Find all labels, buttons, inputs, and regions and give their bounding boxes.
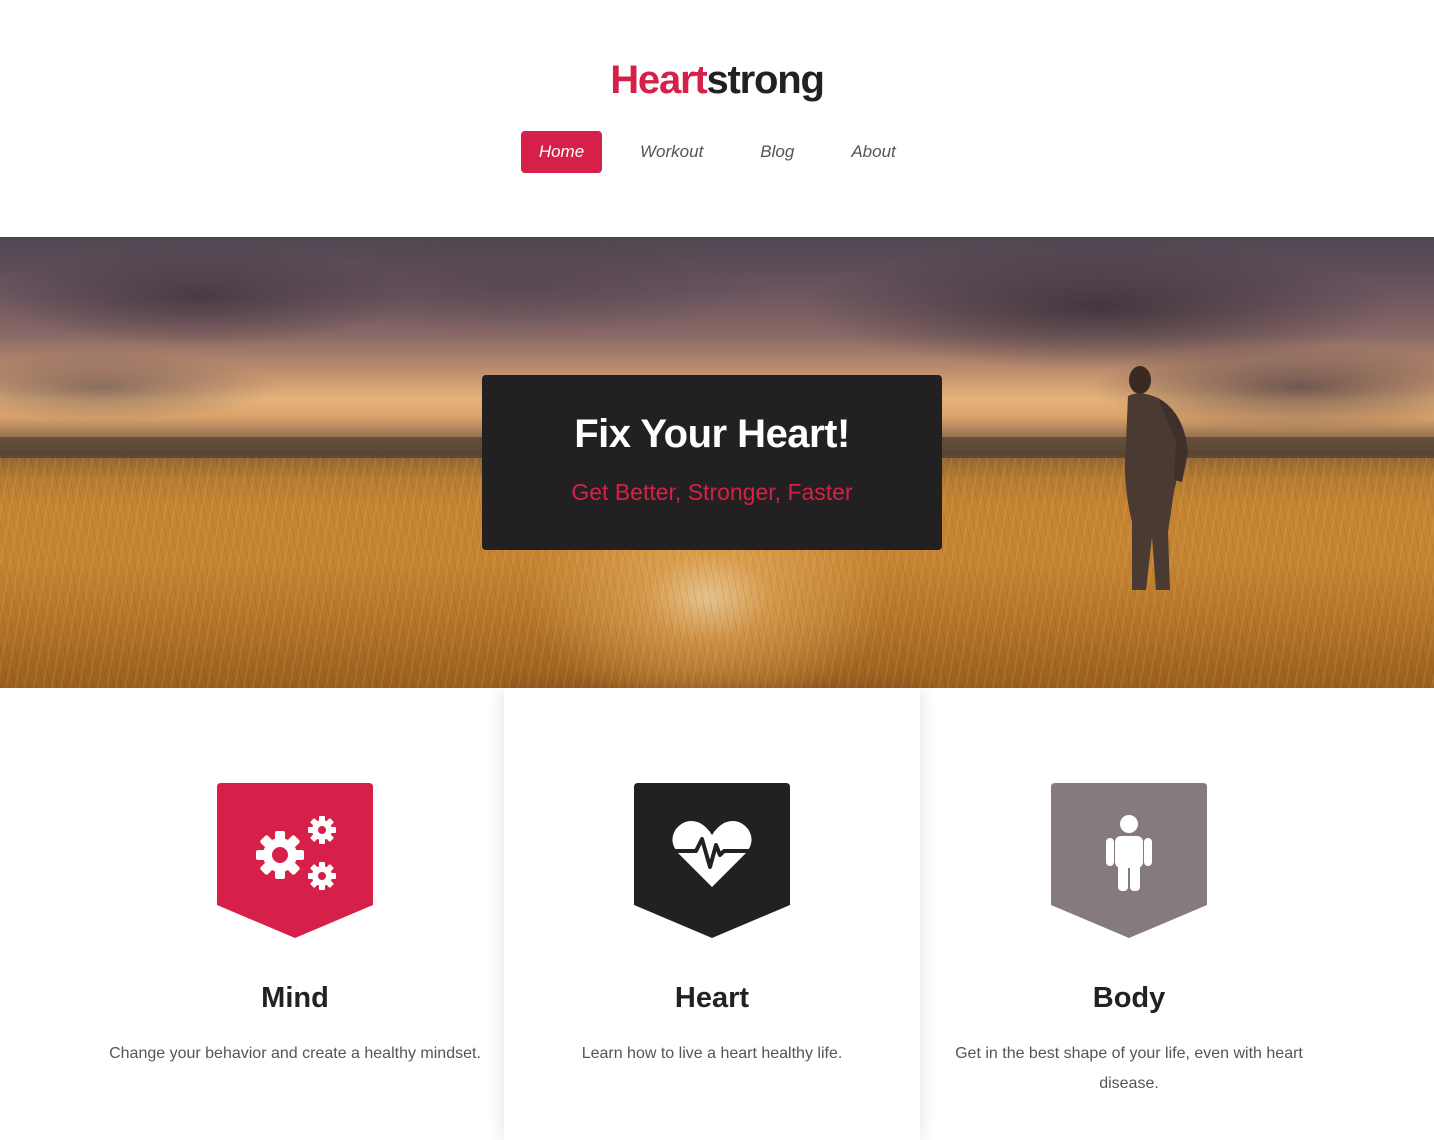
feature-ribbon bbox=[217, 783, 373, 938]
site-logo[interactable]: Heartstrong bbox=[0, 56, 1434, 104]
hero-card: Fix Your Heart! Get Better, Stronger, Fa… bbox=[482, 375, 942, 550]
hero-title: Fix Your Heart! bbox=[574, 412, 850, 456]
feature-body: Body Get in the best shape of your life,… bbox=[921, 688, 1337, 1140]
feature-mind: Mind Change your behavior and create a h… bbox=[87, 688, 503, 1140]
feature-description: Change your behavior and create a health… bbox=[109, 1045, 481, 1062]
hero-banner: Fix Your Heart! Get Better, Stronger, Fa… bbox=[0, 237, 1434, 688]
logo-dark-text: strong bbox=[706, 58, 825, 102]
feature-heart: Heart Learn how to live a heart healthy … bbox=[504, 688, 920, 1140]
logo-accent-text: Heart bbox=[610, 58, 707, 102]
nav-item-blog[interactable]: Blog bbox=[741, 131, 813, 173]
feature-title: Heart bbox=[674, 982, 750, 1014]
site-header: Heartstrong Home Workout Blog About bbox=[0, 0, 1434, 237]
hero-subtitle: Get Better, Stronger, Faster bbox=[571, 479, 853, 505]
feature-ribbon bbox=[634, 783, 790, 938]
nav-item-workout[interactable]: Workout bbox=[621, 131, 722, 173]
feature-title: Body bbox=[1092, 982, 1166, 1014]
nav-item-about[interactable]: About bbox=[832, 131, 914, 173]
main-nav: Home Workout Blog About bbox=[521, 131, 934, 173]
feature-description: Get in the best shape of your life, even… bbox=[955, 1045, 1303, 1092]
feature-description: Learn how to live a heart healthy life. bbox=[581, 1045, 843, 1062]
feature-ribbon bbox=[1051, 783, 1207, 938]
hero-person-silhouette bbox=[1124, 366, 1188, 590]
feature-title: Mind bbox=[261, 982, 329, 1014]
features-section: Mind Change your behavior and create a h… bbox=[0, 688, 1434, 1140]
nav-item-home[interactable]: Home bbox=[521, 131, 602, 173]
